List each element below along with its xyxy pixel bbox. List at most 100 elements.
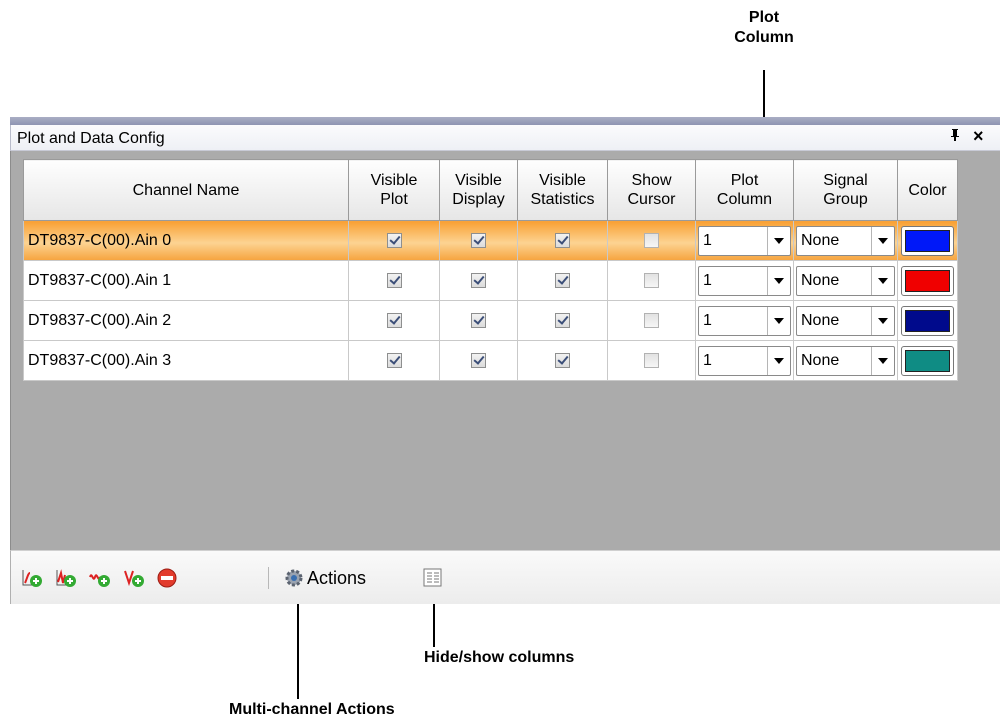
signal-group-value: None bbox=[801, 311, 840, 329]
visible-statistics-cell bbox=[517, 340, 608, 381]
panel-top-border bbox=[10, 117, 1000, 125]
visible-display-cell bbox=[439, 340, 518, 381]
add-plot-icon[interactable] bbox=[21, 568, 43, 588]
panel-titlebar: Plot and Data Config × bbox=[10, 125, 1000, 151]
visible-statistics-checkbox[interactable] bbox=[555, 232, 570, 248]
signal-group-cell: None bbox=[793, 260, 898, 301]
signal-group-cell: None bbox=[793, 220, 898, 261]
show-cursor-cell bbox=[607, 340, 696, 381]
visible-display-checkbox[interactable] bbox=[471, 352, 486, 368]
color-swatch bbox=[905, 269, 950, 292]
add-xy-plot-icon[interactable] bbox=[55, 568, 77, 588]
chevron-down-icon[interactable] bbox=[767, 346, 790, 375]
visible-statistics-checkbox[interactable] bbox=[555, 272, 570, 288]
header-signal-group[interactable]: Signal Group bbox=[793, 159, 898, 221]
channel-config-table: Channel Name Visible Plot Visible Display … bbox=[23, 159, 958, 381]
remove-icon[interactable] bbox=[157, 568, 179, 588]
signal-group-value: None bbox=[801, 351, 840, 369]
actions-button-label[interactable]: Actions bbox=[307, 568, 366, 589]
visible-statistics-checkbox[interactable] bbox=[555, 312, 570, 328]
chevron-down-icon[interactable] bbox=[871, 306, 894, 335]
color-picker-button[interactable] bbox=[901, 225, 954, 256]
signal-group-dropdown[interactable]: None bbox=[796, 305, 895, 336]
table-row[interactable]: DT9837-C(00).Ain 2 1 None bbox=[23, 300, 958, 341]
toolbar-separator bbox=[268, 567, 269, 589]
plot-column-dropdown[interactable]: 1 bbox=[698, 225, 791, 256]
channel-name-cell[interactable]: DT9837-C(00).Ain 1 bbox=[23, 260, 349, 301]
header-show-cursor[interactable]: Show Cursor bbox=[607, 159, 696, 221]
signal-group-dropdown[interactable]: None bbox=[796, 345, 895, 376]
signal-group-cell: None bbox=[793, 340, 898, 381]
chevron-down-icon[interactable] bbox=[767, 266, 790, 295]
visible-plot-checkbox[interactable] bbox=[386, 352, 402, 368]
show-cursor-checkbox[interactable] bbox=[644, 272, 659, 288]
color-cell bbox=[897, 260, 958, 301]
data-grid-area: Channel Name Visible Plot Visible Display … bbox=[10, 151, 1000, 550]
plot-column-value: 1 bbox=[703, 271, 712, 289]
show-cursor-checkbox[interactable] bbox=[644, 312, 659, 328]
callout-line: Column bbox=[734, 29, 794, 46]
color-picker-button[interactable] bbox=[901, 305, 954, 336]
header-visible-plot[interactable]: Visible Plot bbox=[348, 159, 440, 221]
chevron-down-icon[interactable] bbox=[767, 306, 790, 335]
show-cursor-cell bbox=[607, 220, 696, 261]
visible-statistics-cell bbox=[517, 220, 608, 261]
header-channel-name[interactable]: Channel Name bbox=[23, 159, 349, 221]
signal-group-dropdown[interactable]: None bbox=[796, 265, 895, 296]
plot-column-value: 1 bbox=[703, 351, 712, 369]
chevron-down-icon[interactable] bbox=[871, 226, 894, 255]
color-picker-button[interactable] bbox=[901, 265, 954, 296]
visible-plot-cell bbox=[348, 220, 440, 261]
signal-group-value: None bbox=[801, 271, 840, 289]
channel-name-cell[interactable]: DT9837-C(00).Ain 3 bbox=[23, 340, 349, 381]
plot-column-cell: 1 bbox=[695, 340, 794, 381]
visible-plot-checkbox[interactable] bbox=[386, 312, 402, 328]
visible-display-cell bbox=[439, 220, 518, 261]
signal-group-value: None bbox=[801, 231, 840, 249]
plot-column-dropdown[interactable]: 1 bbox=[698, 345, 791, 376]
channel-name-cell[interactable]: DT9837-C(00).Ain 0 bbox=[23, 220, 349, 261]
visible-statistics-cell bbox=[517, 300, 608, 341]
visible-display-checkbox[interactable] bbox=[471, 312, 486, 328]
table-row[interactable]: DT9837-C(00).Ain 3 1 None bbox=[23, 340, 958, 381]
plot-column-cell: 1 bbox=[695, 260, 794, 301]
signal-group-dropdown[interactable]: None bbox=[796, 225, 895, 256]
panel-toolbar: Actions bbox=[10, 550, 1000, 604]
visible-plot-cell bbox=[348, 300, 440, 341]
visible-plot-checkbox[interactable] bbox=[386, 272, 402, 288]
color-picker-button[interactable] bbox=[901, 345, 954, 376]
header-color[interactable]: Color bbox=[897, 159, 958, 221]
visible-statistics-checkbox[interactable] bbox=[555, 352, 570, 368]
show-cursor-checkbox[interactable] bbox=[644, 352, 659, 368]
table-row[interactable]: DT9837-C(00).Ain 0 1 None bbox=[23, 220, 958, 261]
plot-column-value: 1 bbox=[703, 231, 712, 249]
color-cell bbox=[897, 300, 958, 341]
plot-column-dropdown[interactable]: 1 bbox=[698, 265, 791, 296]
header-plot-column[interactable]: Plot Column bbox=[695, 159, 794, 221]
close-icon[interactable]: × bbox=[973, 126, 984, 147]
signal-group-cell: None bbox=[793, 300, 898, 341]
table-header-row: Channel Name Visible Plot Visible Display … bbox=[23, 159, 958, 221]
visible-display-checkbox[interactable] bbox=[471, 272, 486, 288]
plot-column-value: 1 bbox=[703, 311, 712, 329]
chevron-down-icon[interactable] bbox=[767, 226, 790, 255]
visible-plot-checkbox[interactable] bbox=[386, 232, 402, 248]
columns-icon[interactable] bbox=[422, 568, 444, 588]
visible-plot-cell bbox=[348, 340, 440, 381]
callout-plot-column: Plot Column bbox=[724, 8, 804, 48]
visible-display-checkbox[interactable] bbox=[471, 232, 486, 248]
chevron-down-icon[interactable] bbox=[871, 266, 894, 295]
channel-name-cell[interactable]: DT9837-C(00).Ain 2 bbox=[23, 300, 349, 341]
header-visible-display[interactable]: Visible Display bbox=[439, 159, 518, 221]
show-cursor-checkbox[interactable] bbox=[644, 232, 659, 248]
pin-icon[interactable] bbox=[949, 128, 961, 145]
table-row[interactable]: DT9837-C(00).Ain 1 1 None bbox=[23, 260, 958, 301]
plot-column-dropdown[interactable]: 1 bbox=[698, 305, 791, 336]
chevron-down-icon[interactable] bbox=[871, 346, 894, 375]
add-vector-plot-icon[interactable] bbox=[123, 568, 145, 588]
gear-icon[interactable] bbox=[283, 568, 305, 588]
color-swatch bbox=[905, 349, 950, 372]
callout-pointer-actions bbox=[297, 595, 299, 699]
add-fft-plot-icon[interactable] bbox=[89, 568, 111, 588]
header-visible-statistics[interactable]: Visible Statistics bbox=[517, 159, 608, 221]
